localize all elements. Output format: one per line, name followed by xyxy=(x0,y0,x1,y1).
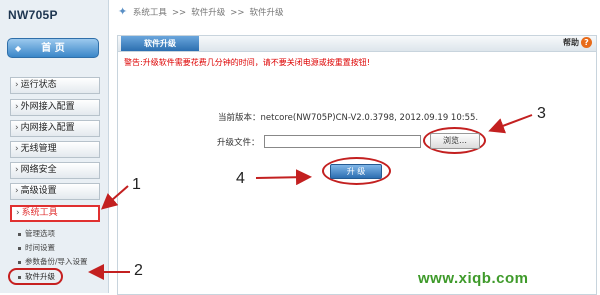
annotation-arrows xyxy=(88,114,533,280)
watermark: www.xiqb.com xyxy=(418,270,529,287)
arrow-1 xyxy=(100,185,129,210)
arrow-4 xyxy=(255,169,312,186)
arrow-3 xyxy=(488,114,533,134)
